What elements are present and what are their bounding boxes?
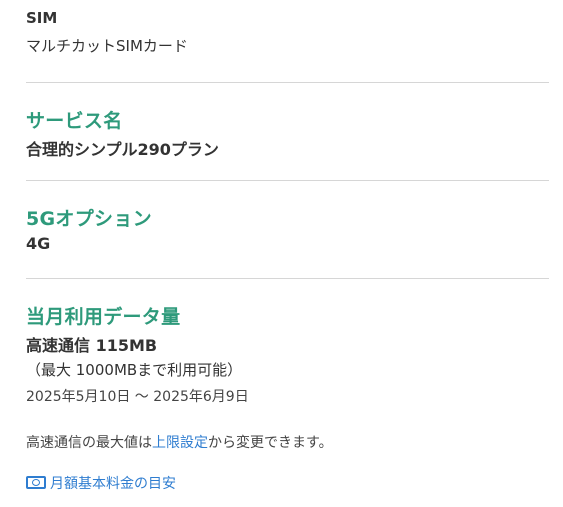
limit-note-prefix: 高速通信の最大値は — [26, 435, 152, 451]
option5g-value: 4G — [26, 234, 51, 253]
limit-note-suffix: から変更できます。 — [208, 435, 333, 451]
usage-limit-note: （最大 1000MBまで利用可能） — [26, 361, 243, 379]
usage-heading: 当月利用データ量 — [26, 306, 181, 328]
monthly-fee-link[interactable]: 月額基本料金の目安 — [26, 473, 176, 493]
usage-value: 高速通信 115MB — [26, 336, 158, 355]
limit-note: 高速通信の最大値は上限設定から変更できます。 — [26, 432, 333, 452]
service-heading: サービス名 — [26, 110, 123, 132]
limit-setting-link[interactable]: 上限設定 — [152, 435, 208, 451]
option5g-heading: 5Gオプション — [26, 208, 152, 230]
divider — [26, 82, 549, 83]
sim-label: SIM — [26, 9, 58, 27]
divider — [26, 180, 549, 181]
service-value: 合理的シンプル290プラン — [26, 140, 219, 159]
sim-value: マルチカットSIMカード — [26, 37, 188, 55]
money-icon — [26, 476, 46, 489]
monthly-fee-label: 月額基本料金の目安 — [50, 476, 176, 492]
usage-period: 2025年5月10日 〜 2025年6月9日 — [26, 389, 249, 405]
divider — [26, 278, 549, 279]
